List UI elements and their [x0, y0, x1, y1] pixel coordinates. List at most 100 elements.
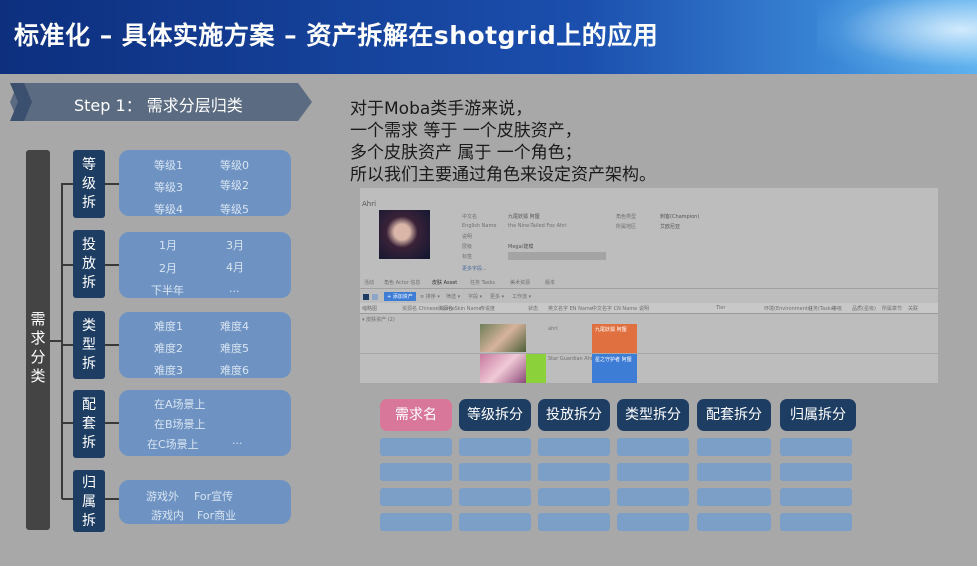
box-link-line: [105, 498, 119, 500]
option-item: 等级3: [154, 181, 183, 194]
character-portrait: [379, 210, 430, 259]
table-cell: [380, 438, 452, 456]
shotgrid-screenshot: Ahri 中文名 English Name 说明 层级 标签 九尾妖狐 阿狸 t…: [360, 188, 938, 383]
table-cell: [459, 488, 531, 506]
options-type-split: 难度1 难度4 难度2 难度5 难度3 难度6: [119, 312, 291, 378]
option-item: 等级1: [154, 159, 183, 172]
option-item: 难度1: [154, 320, 183, 333]
table-cell: [538, 513, 610, 531]
banner-glow: [817, 0, 977, 74]
option-item: 在B场景上: [154, 418, 206, 431]
table-cell: [697, 488, 771, 506]
tree-branch-line: [62, 264, 73, 266]
tab-bar: 活动 角色 Actor 信息 皮肤 Asset 任务 Tasks 美术资源 版本: [360, 276, 938, 289]
option-item: 游戏内: [151, 509, 184, 522]
table-cell: [780, 488, 852, 506]
table-cell: [380, 463, 452, 481]
option-item: 难度3: [154, 364, 183, 377]
list-view-icon[interactable]: [372, 294, 378, 300]
step-banner: Step 1： 需求分层归类: [10, 83, 312, 121]
table-cell: [617, 513, 689, 531]
asset-name: Ahri: [362, 200, 377, 208]
options-level-split: 等级1 等级0 等级3 等级2 等级4 等级5: [119, 150, 291, 216]
option-item: 2月: [159, 262, 177, 275]
header-requirement-name: 需求名: [380, 399, 452, 431]
table-cell: [617, 438, 689, 456]
add-asset-button[interactable]: + 添加资产: [384, 292, 416, 301]
option-item: ...: [229, 282, 240, 295]
table-cell: [780, 463, 852, 481]
table-cell: [459, 513, 531, 531]
table-row[interactable]: ahri 九尾妖狐 阿狸: [360, 324, 938, 354]
header-ownership-split: 归属拆分: [780, 399, 856, 431]
more-button[interactable]: 更多 ▾: [490, 293, 504, 300]
group-header[interactable]: ▾ 皮肤资产 (2): [362, 316, 395, 323]
title-banner: 标准化 – 具体实施方案 – 资产拆解在shotgrid上的应用: [0, 0, 977, 74]
tree-branch-line: [62, 498, 73, 500]
option-item: 等级0: [220, 159, 249, 172]
category-type-split: 类型拆: [73, 311, 105, 379]
column-header-row: 缩略图 资源名 Chinese Name 资源名 Skin Name 传说度 状…: [360, 303, 938, 314]
box-link-line: [105, 344, 119, 346]
workflow-button[interactable]: 工作流 ▾: [512, 293, 531, 300]
table-cell: [697, 513, 771, 531]
box-link-line: [105, 264, 119, 266]
option-item: 等级4: [154, 203, 183, 216]
tab-tasks[interactable]: 任务 Tasks: [470, 279, 495, 286]
option-item: 难度6: [220, 364, 249, 377]
table-cell: [459, 438, 531, 456]
description-line: 所以我们主要通过角色来设定资产架构。: [350, 165, 656, 185]
root-category-bar: 需求分类: [26, 150, 50, 530]
row-thumbnail: [480, 354, 526, 383]
option-item: For商业: [197, 509, 237, 522]
option-item: 1月: [159, 239, 177, 252]
table-cell: [538, 463, 610, 481]
option-item: 在C场景上: [147, 438, 199, 451]
category-match-split: 配套拆: [73, 390, 105, 458]
options-ownership-split: 游戏外 For宣传 游戏内 For商业: [119, 480, 291, 524]
tab-actor[interactable]: 角色 Actor 信息: [384, 279, 420, 286]
option-item: 游戏外: [146, 490, 179, 503]
table-cell: [780, 438, 852, 456]
tree-branch-line: [62, 344, 73, 346]
tree-branch-line: [62, 183, 73, 185]
page-title: 标准化 – 具体实施方案 – 资产拆解在shotgrid上的应用: [14, 21, 659, 50]
tab-skin-asset[interactable]: 皮肤 Asset: [432, 279, 457, 286]
filter-button[interactable]: 筛选 ▾: [446, 293, 460, 300]
tree-branch-line: [62, 422, 73, 424]
options-match-split: 在A场景上 在B场景上 在C场景上 ...: [119, 390, 291, 456]
option-item: 等级5: [220, 203, 249, 216]
header-match-split: 配套拆分: [697, 399, 771, 431]
table-cell: [617, 463, 689, 481]
grid-view-icon[interactable]: [363, 294, 369, 300]
option-item: 4月: [226, 261, 244, 274]
table-cell: [538, 438, 610, 456]
table-cell: [697, 438, 771, 456]
fields-button[interactable]: 字段 ▾: [468, 293, 482, 300]
header-type-split: 类型拆分: [617, 399, 689, 431]
option-item: For宣传: [194, 490, 234, 503]
tree-root-stub: [50, 340, 62, 342]
option-item: 在A场景上: [154, 398, 206, 411]
option-item: ...: [232, 434, 243, 447]
category-release-split: 投放拆: [73, 230, 105, 298]
header-level-split: 等级拆分: [459, 399, 531, 431]
box-link-line: [105, 422, 119, 424]
tab-versions[interactable]: 版本: [545, 279, 555, 286]
step-label: Step 1： 需求分层归类: [74, 96, 243, 115]
table-cell: [780, 513, 852, 531]
sort-button[interactable]: ≡ 排序 ▾: [420, 293, 440, 300]
option-item: 难度4: [220, 320, 249, 333]
tab-art-resources[interactable]: 美术资源: [510, 279, 530, 286]
option-item: 难度5: [220, 342, 249, 355]
options-release-split: 1月 3月 2月 4月 下半年 ...: [119, 232, 291, 298]
tab-activity[interactable]: 活动: [364, 279, 374, 286]
table-row[interactable]: Star Guardian Ahri 星之守护者 阿狸: [360, 354, 938, 383]
header-release-split: 投放拆分: [538, 399, 610, 431]
category-level-split: 等级拆: [73, 150, 105, 218]
status-green: [526, 354, 546, 383]
table-cell: [380, 513, 452, 531]
category-ownership-split: 归属拆: [73, 470, 105, 532]
option-item: 3月: [226, 239, 244, 252]
box-link-line: [105, 183, 119, 185]
